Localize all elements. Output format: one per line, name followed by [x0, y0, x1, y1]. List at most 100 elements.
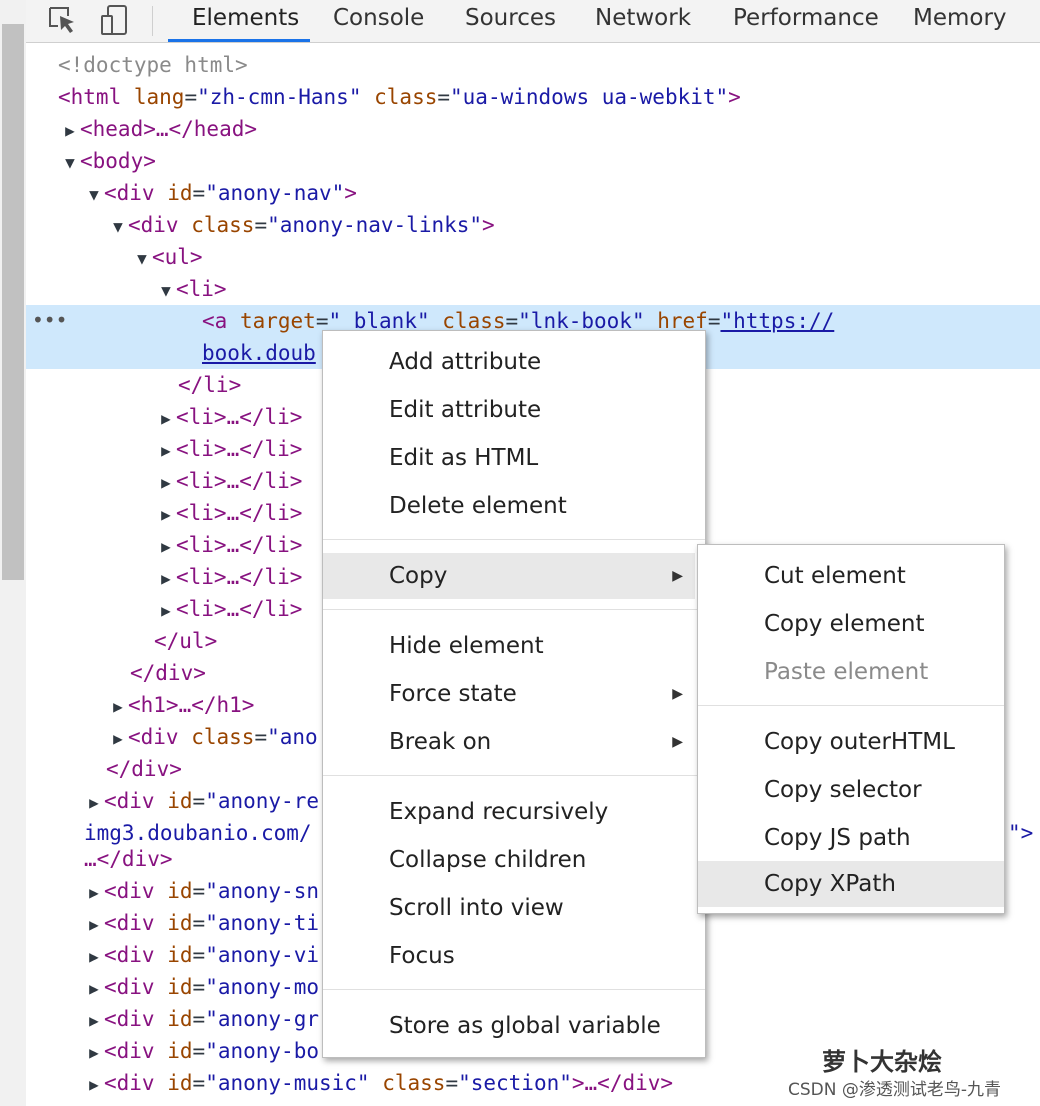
eq: =	[254, 725, 268, 749]
attr-value: "anony-gr	[205, 1007, 319, 1031]
tree-line[interactable]: <!doctype html>	[26, 49, 1040, 81]
tag-text: </li>	[178, 373, 242, 397]
tag-text: </div>	[106, 757, 182, 781]
menu-item-break-on[interactable]: Break on ▶	[323, 719, 695, 765]
attr-value: "zh-cmn-Hans"	[197, 85, 362, 109]
inspect-element-icon[interactable]	[46, 4, 80, 36]
menu-item-expand-recursively[interactable]: Expand recursively	[323, 789, 705, 835]
tree-line[interactable]: ▼ <div id="anony-nav">	[26, 177, 1040, 209]
expand-triangle-icon[interactable]: ▶	[156, 435, 176, 467]
href-link[interactable]: book.doub	[202, 341, 316, 365]
collapse-triangle-icon[interactable]: ▼	[108, 211, 128, 243]
expand-triangle-icon[interactable]: ▶	[156, 531, 176, 563]
expand-triangle-icon[interactable]: ▶	[156, 595, 176, 627]
tab-elements[interactable]: Elements	[192, 0, 299, 42]
menu-item-hide-element[interactable]: Hide element	[323, 623, 695, 669]
expand-triangle-icon[interactable]: ▶	[84, 1037, 104, 1069]
eq: =	[192, 879, 206, 903]
expand-triangle-icon[interactable]: ▶	[84, 877, 104, 909]
menu-item-copy[interactable]: Copy ▶	[323, 553, 695, 599]
tab-console[interactable]: Console	[333, 0, 424, 42]
tree-line[interactable]: ▼ <div class="anony-nav-links">	[26, 209, 1040, 241]
menu-item-copy-label: Copy	[389, 563, 448, 589]
context-menu: Add attribute Edit attribute Edit as HTM…	[322, 330, 706, 1058]
menu-item-paste-element: Paste element	[764, 659, 929, 685]
tag-text: >	[728, 85, 741, 109]
menu-item-store-global[interactable]: Store as global variable	[323, 1003, 705, 1049]
attr-name: class	[191, 725, 255, 749]
eq: =	[192, 1039, 206, 1063]
menu-item-cut-element[interactable]: Cut element	[698, 553, 1004, 599]
expand-triangle-icon[interactable]: ▶	[156, 499, 176, 531]
menu-item-force-state[interactable]: Force state ▶	[323, 671, 695, 717]
left-scrollbar[interactable]	[0, 0, 26, 1106]
expand-triangle-icon[interactable]: ▶	[84, 909, 104, 941]
attr-value: "anony-re	[205, 789, 319, 813]
expand-triangle-icon[interactable]: ▶	[84, 1069, 104, 1101]
expand-triangle-icon[interactable]: ▶	[108, 723, 128, 755]
expand-triangle-icon[interactable]: ▶	[156, 403, 176, 435]
scrollbar-thumb[interactable]	[2, 24, 24, 580]
collapse-triangle-icon[interactable]: ▼	[60, 147, 80, 179]
menu-item-add-attribute[interactable]: Add attribute	[323, 339, 705, 385]
menu-item-copy-xpath[interactable]: Copy XPath	[698, 861, 1004, 907]
submenu-arrow-icon: ▶	[672, 734, 683, 750]
menu-item-force-state-label: Force state	[389, 681, 517, 707]
eq: =	[192, 181, 206, 205]
tag-text: <ul>	[152, 245, 203, 269]
tab-memory[interactable]: Memory	[913, 0, 1007, 42]
attr-name: lang	[133, 85, 185, 109]
tag-text: <li>…</li>	[176, 533, 303, 557]
tree-line[interactable]: ▼ <ul>	[26, 241, 1040, 273]
menu-separator	[698, 705, 1004, 706]
attr-name: id	[167, 975, 193, 999]
doctype-text: <!doctype html>	[58, 53, 248, 77]
collapse-triangle-icon[interactable]: ▼	[156, 275, 176, 307]
tag-text: <a	[202, 309, 228, 333]
tree-line[interactable]: ▼ <li>	[26, 273, 1040, 305]
tree-line[interactable]: ▼ <body>	[26, 145, 1040, 177]
collapse-triangle-icon[interactable]: ▼	[84, 179, 104, 211]
menu-item-collapse-children[interactable]: Collapse children	[323, 837, 705, 883]
attr-name: id	[167, 879, 193, 903]
attr-value: "ano	[267, 725, 318, 749]
tab-network[interactable]: Network	[595, 0, 691, 42]
menu-item-scroll-into-view[interactable]: Scroll into view	[323, 885, 705, 931]
tab-performance[interactable]: Performance	[733, 0, 879, 42]
attr-name: id	[167, 1039, 193, 1063]
expand-triangle-icon[interactable]: ▶	[156, 563, 176, 595]
menu-item-edit-as-html[interactable]: Edit as HTML	[323, 435, 705, 481]
expand-triangle-icon[interactable]: ▶	[84, 973, 104, 1005]
menu-item-copy-element[interactable]: Copy element	[698, 601, 1004, 647]
expand-triangle-icon[interactable]: ▶	[108, 691, 128, 723]
expand-triangle-icon[interactable]: ▶	[60, 115, 80, 147]
menu-item-edit-attribute[interactable]: Edit attribute	[323, 387, 705, 433]
more-options-icon[interactable]: •••	[32, 308, 67, 332]
tree-line[interactable]: ▶ <head>…</head>	[26, 113, 1040, 145]
href-link[interactable]: "https://	[720, 309, 834, 333]
attr-value: img3.doubanio.com/	[84, 821, 312, 845]
menu-item-copy-js-path[interactable]: Copy JS path	[698, 815, 1004, 861]
expand-triangle-icon[interactable]: ▶	[84, 1005, 104, 1037]
tree-line[interactable]: <html lang="zh-cmn-Hans" class="ua-windo…	[26, 81, 1040, 113]
submenu-arrow-icon: ▶	[672, 568, 683, 584]
attr-value: "anony-bo	[205, 1039, 319, 1063]
tab-sources[interactable]: Sources	[465, 0, 556, 42]
tag-text: <div	[104, 975, 155, 999]
collapse-triangle-icon[interactable]: ▼	[132, 243, 152, 275]
expand-triangle-icon[interactable]: ▶	[156, 467, 176, 499]
devtools-toolbar: Elements Console Sources Network Perform…	[26, 0, 1040, 43]
tag-text: <li>	[176, 277, 227, 301]
tag-text: </div>	[130, 661, 206, 685]
expand-triangle-icon[interactable]: ▶	[84, 941, 104, 973]
tag-text: <div	[104, 911, 155, 935]
attr-name: class	[382, 1071, 446, 1095]
expand-triangle-icon[interactable]: ▶	[84, 787, 104, 819]
menu-item-copy-outerhtml[interactable]: Copy outerHTML	[698, 719, 1004, 765]
menu-item-focus[interactable]: Focus	[323, 933, 705, 979]
attr-value: "ua-windows ua-webkit"	[450, 85, 729, 109]
tag-text: <div	[104, 1039, 155, 1063]
menu-item-copy-selector[interactable]: Copy selector	[698, 767, 1004, 813]
menu-item-delete-element[interactable]: Delete element	[323, 483, 705, 529]
device-toolbar-icon[interactable]	[98, 4, 132, 36]
